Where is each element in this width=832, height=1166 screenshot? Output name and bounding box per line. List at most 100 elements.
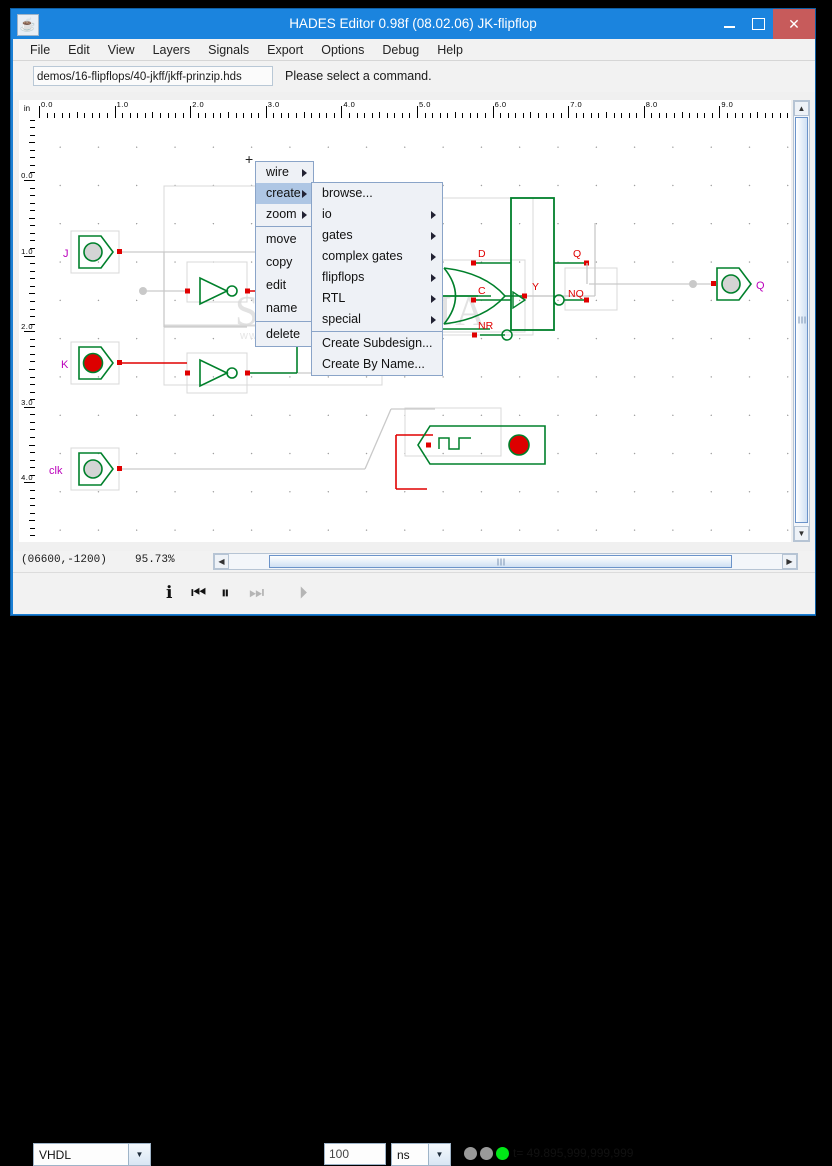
submenu-item-complex-gates[interactable]: complex gates: [312, 246, 442, 267]
submenu-item-io[interactable]: io: [312, 204, 442, 225]
menu-separator: [256, 226, 313, 227]
time-unit-select[interactable]: ns ▼: [391, 1143, 451, 1166]
horizontal-ruler: 0.01.02.03.04.05.06.07.08.09.010.0: [35, 100, 791, 119]
chevron-right-icon: [431, 294, 436, 303]
cursor-crosshair-marker: +: [245, 151, 254, 167]
maximize-icon: [752, 18, 765, 30]
d-flipflop: D C NR Q NQ: [471, 197, 589, 341]
zoom-level-readout: 95.73%: [135, 554, 175, 566]
submenu-item-special[interactable]: special: [312, 309, 442, 330]
chevron-right-icon: [431, 231, 436, 240]
svg-text:clk: clk: [49, 465, 63, 477]
horizontal-scrollbar[interactable]: ◀ ▶: [213, 553, 798, 570]
menu-item-export[interactable]: Export: [258, 41, 312, 59]
window-title: HADES Editor 0.98f (08.02.06) JK-flipflo…: [289, 16, 537, 31]
input-switch-j: [78, 235, 122, 269]
context-menu-item-copy[interactable]: copy: [256, 251, 313, 274]
time-unit-value: ns: [397, 1147, 410, 1162]
context-menu-item-wire[interactable]: wire: [256, 162, 313, 183]
window-controls: ✕: [715, 9, 815, 39]
status-led-2: [496, 1147, 509, 1160]
chevron-right-icon: [302, 210, 307, 219]
input-switch-clk: [78, 452, 122, 486]
language-select[interactable]: VHDL ▼: [33, 1143, 151, 1166]
menu-item-view[interactable]: View: [99, 41, 144, 59]
context-menu-item-name[interactable]: name: [256, 297, 313, 320]
submenu-item-rtl[interactable]: RTL: [312, 288, 442, 309]
status-led-group: [464, 1147, 509, 1160]
context-menu-item-edit[interactable]: edit: [256, 274, 313, 297]
svg-text:Y: Y: [532, 281, 539, 293]
chevron-right-icon: [431, 315, 436, 324]
vertical-scrollbar[interactable]: ▲ ▼: [793, 100, 810, 542]
title-bar: ☕ HADES Editor 0.98f (08.02.06) JK-flipf…: [11, 9, 815, 39]
context-menu-item-move[interactable]: move: [256, 228, 313, 251]
scroll-grip-icon: [497, 558, 504, 565]
svg-text:Q: Q: [573, 248, 581, 260]
vertical-scroll-thumb[interactable]: [795, 117, 808, 523]
submenu-item-flipflops[interactable]: flipflops: [312, 267, 442, 288]
submenu-item-rtl-label: RTL: [322, 291, 346, 305]
maximize-button[interactable]: [744, 9, 773, 39]
submenu-item-browse[interactable]: browse...: [312, 183, 442, 204]
rewind-button[interactable]: ⏮: [191, 583, 206, 603]
chevron-down-icon[interactable]: ▼: [128, 1144, 150, 1165]
command-bar: demos/16-flipflops/40-jkff/jkff-prinzip.…: [13, 61, 815, 93]
scroll-down-button[interactable]: ▼: [794, 526, 809, 541]
submenu-item-complex-gates-label: complex gates: [322, 249, 403, 263]
output-led-q: [586, 263, 752, 301]
menu-item-signals[interactable]: Signals: [199, 41, 258, 59]
submenu-item-flipflops-label: flipflops: [322, 270, 365, 284]
menu-item-edit[interactable]: Edit: [59, 41, 99, 59]
vertical-ruler: 0.0 1.0 2.0 3.0 4.0: [19, 118, 36, 542]
context-menu-item-delete[interactable]: delete: [256, 323, 313, 346]
menu-item-layers[interactable]: Layers: [144, 41, 200, 59]
language-select-value: VHDL: [39, 1147, 72, 1162]
chevron-down-icon[interactable]: ▼: [428, 1144, 450, 1165]
coordinate-readout: (06600,-1200): [21, 554, 107, 566]
create-submenu[interactable]: browse... io gates complex gates flipflo…: [311, 182, 443, 376]
info-button[interactable]: ℹ: [166, 583, 172, 603]
horizontal-scroll-thumb[interactable]: [269, 555, 732, 568]
menu-item-file[interactable]: File: [21, 41, 59, 59]
context-menu[interactable]: wire create zoom move copy edit name del…: [255, 161, 314, 347]
pulse-generator: [417, 425, 546, 465]
menu-bar: File Edit View Layers Signals Export Opt…: [13, 39, 815, 61]
step-size-input[interactable]: 100: [324, 1143, 386, 1165]
submenu-item-gates[interactable]: gates: [312, 225, 442, 246]
submenu-item-gates-label: gates: [322, 228, 353, 242]
play-button[interactable]: ⏵: [299, 583, 308, 603]
context-menu-item-create[interactable]: create: [256, 183, 313, 204]
menu-item-help[interactable]: Help: [428, 41, 472, 59]
input-switch-k: [78, 346, 122, 380]
svg-text:Q: Q: [756, 280, 765, 292]
submenu-item-create-subdesign[interactable]: Create Subdesign...: [312, 333, 442, 354]
scroll-grip-icon: [798, 316, 805, 324]
minimize-button[interactable]: [715, 9, 744, 39]
close-button[interactable]: ✕: [773, 9, 815, 39]
scroll-left-button[interactable]: ◀: [214, 554, 229, 569]
svg-text:NR: NR: [478, 320, 494, 332]
context-menu-item-zoom[interactable]: zoom: [256, 204, 313, 225]
scroll-right-button[interactable]: ▶: [782, 554, 797, 569]
fast-forward-button[interactable]: ⏭: [249, 583, 264, 603]
design-path-field[interactable]: demos/16-flipflops/40-jkff/jkff-prinzip.…: [33, 66, 273, 86]
svg-text:C: C: [478, 285, 486, 297]
menu-item-options[interactable]: Options: [312, 41, 373, 59]
status-scroll-row: (06600,-1200) 95.73% ◀ ▶: [13, 551, 815, 572]
chevron-right-icon: [431, 252, 436, 261]
scroll-up-button[interactable]: ▲: [794, 101, 809, 116]
status-led-0: [464, 1147, 477, 1160]
svg-text:D: D: [478, 248, 486, 260]
submenu-item-create-by-name[interactable]: Create By Name...: [312, 354, 442, 375]
submenu-item-special-label: special: [322, 312, 361, 326]
minimize-icon: [724, 26, 735, 28]
svg-text:J: J: [63, 248, 69, 260]
menu-item-debug[interactable]: Debug: [373, 41, 428, 59]
chevron-right-icon: [302, 168, 307, 177]
inverter-gate-bottom: [185, 358, 250, 388]
chevron-right-icon: [302, 189, 307, 198]
menu-separator: [312, 331, 442, 332]
context-menu-item-create-label: create: [266, 186, 301, 200]
pause-button[interactable]: ⏸: [221, 583, 230, 603]
